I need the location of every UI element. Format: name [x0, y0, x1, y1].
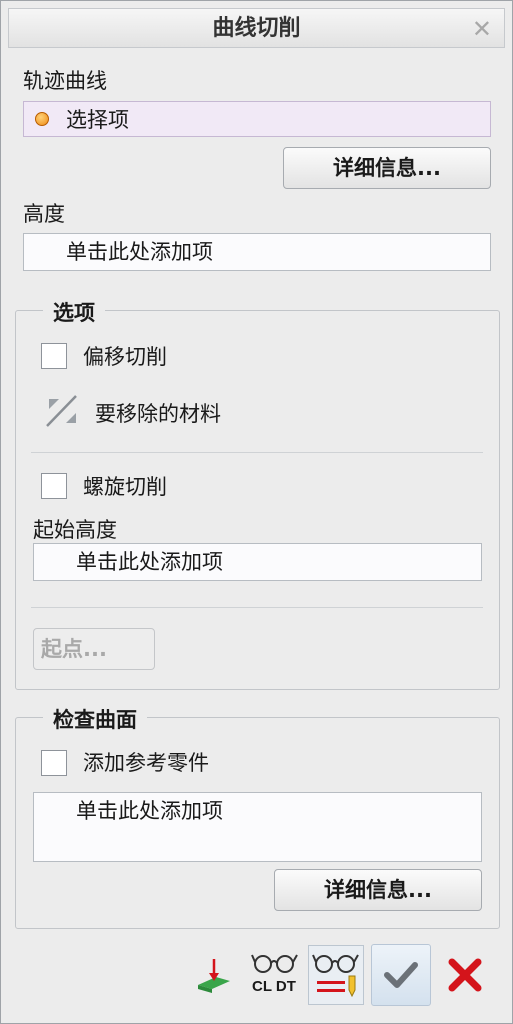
ok-button[interactable] — [371, 944, 431, 1006]
helical-cut-label: 螺旋切削 — [83, 475, 167, 499]
offset-cut-label: 偏移切削 — [83, 345, 167, 369]
check-surfaces-details-button[interactable]: 详细信息... — [274, 869, 482, 911]
options-separator — [31, 452, 483, 453]
height-label: 高度 — [23, 202, 65, 226]
trajectory-details-button[interactable]: 详细信息... — [283, 147, 491, 189]
material-removal-direction-icon[interactable] — [43, 393, 81, 429]
start-height-label: 起始高度 — [33, 518, 117, 542]
close-icon[interactable]: ✕ — [472, 9, 492, 49]
trajectory-curve-value: 选择项 — [66, 108, 129, 132]
add-reference-parts-label: 添加参考零件 — [83, 751, 209, 775]
selection-bullet-icon — [35, 112, 49, 126]
options-separator-2 — [31, 607, 483, 608]
material-removal-label: 要移除的材料 — [95, 402, 221, 426]
start-point-button[interactable]: 起点... — [33, 628, 155, 670]
glasses-icon — [251, 954, 298, 973]
dialog-title-bar: 曲线切削 ✕ — [8, 8, 505, 48]
options-group-title: 选项 — [43, 297, 105, 327]
check-surfaces-placeholder: 单击此处添加项 — [76, 799, 223, 823]
cancel-button[interactable] — [437, 945, 493, 1005]
start-height-collector[interactable]: 单击此处添加项 — [33, 543, 482, 581]
check-surfaces-group-title: 检查曲面 — [43, 704, 147, 734]
height-placeholder: 单击此处添加项 — [66, 240, 213, 264]
height-collector[interactable]: 单击此处添加项 — [23, 233, 491, 271]
verify-button[interactable] — [308, 945, 364, 1005]
trajectory-curve-collector[interactable]: 选择项 — [23, 101, 491, 137]
cl-data-button[interactable]: CL DT — [247, 945, 303, 1005]
add-reference-parts-checkbox[interactable] — [41, 750, 67, 776]
trajectory-curve-label: 轨迹曲线 — [23, 69, 107, 93]
checkmark-icon — [384, 962, 418, 988]
cl-data-label: CL DT — [252, 978, 296, 995]
dialog-title: 曲线切削 — [212, 16, 301, 41]
start-height-placeholder: 单击此处添加项 — [76, 550, 223, 574]
verify-glasses-icon — [312, 954, 359, 998]
cancel-x-icon — [448, 958, 482, 992]
helical-cut-checkbox[interactable] — [41, 473, 67, 499]
curve-cutting-dialog: 曲线切削 ✕ 轨迹曲线 选择项 详细信息... 高度 单击此处添加项 选项 偏移… — [0, 0, 513, 1024]
cut-preview-icon — [198, 959, 230, 993]
check-surfaces-list[interactable]: 单击此处添加项 — [33, 792, 482, 862]
cut-preview-button[interactable] — [186, 945, 242, 1005]
offset-cut-checkbox[interactable] — [41, 343, 67, 369]
